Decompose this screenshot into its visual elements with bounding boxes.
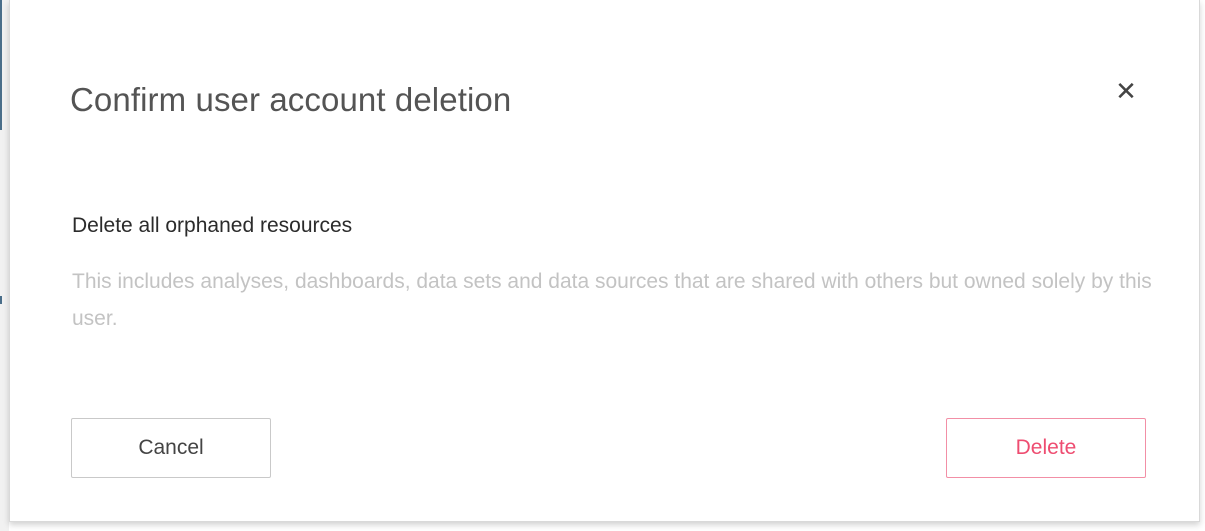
background-app-edge (0, 0, 9, 531)
option-description: This includes analyses, dashboards, data… (72, 270, 1152, 330)
option-title: Delete all orphaned resources (72, 214, 353, 237)
confirm-deletion-dialog: Confirm user account deletion ✕ Delete a… (9, 0, 1200, 522)
cancel-button[interactable]: Cancel (71, 418, 271, 478)
close-icon: ✕ (1115, 77, 1137, 107)
delete-button[interactable]: Delete (946, 418, 1146, 478)
background-edge-mark (0, 0, 2, 130)
close-button[interactable]: ✕ (1108, 74, 1144, 110)
dialog-title: Confirm user account deletion (70, 81, 512, 118)
background-edge-mark (0, 296, 2, 304)
